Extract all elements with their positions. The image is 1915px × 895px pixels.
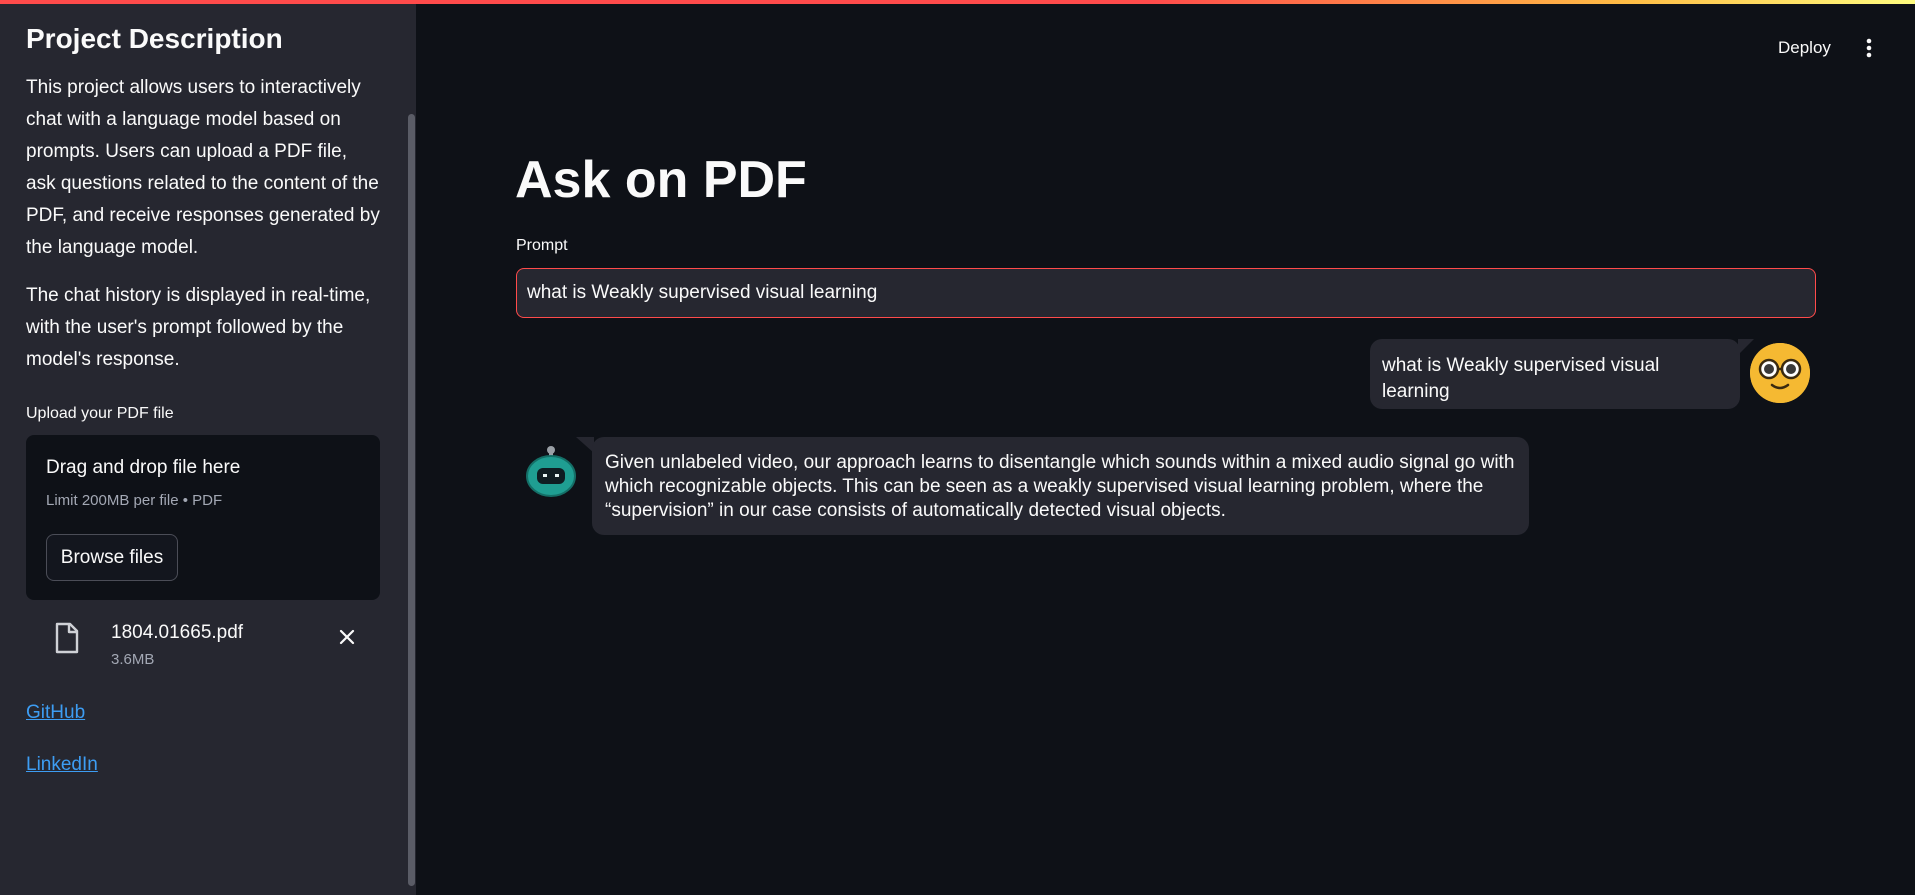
deploy-button[interactable]: Deploy: [1770, 33, 1839, 63]
uploaded-file-name: 1804.01665.pdf: [111, 622, 244, 643]
uploaded-file-row: 1804.01665.pdf 3.6MB: [26, 618, 380, 680]
sidebar-description-2: The chat history is displayed in real-ti…: [26, 285, 371, 370]
file-dropzone[interactable]: Drag and drop file here Limit 200MB per …: [26, 435, 380, 600]
file-icon: [54, 622, 80, 654]
nerd-face-avatar: [1750, 343, 1810, 403]
uploaded-file-size: 3.6MB: [111, 651, 155, 668]
github-link[interactable]: GitHub: [26, 700, 380, 726]
close-icon[interactable]: [332, 622, 362, 652]
linkedin-link[interactable]: LinkedIn: [26, 752, 380, 778]
robot-avatar: [524, 444, 578, 498]
prompt-label: Prompt: [516, 237, 568, 254]
top-decoration-bar: [0, 0, 1915, 4]
assistant-message: Given unlabeled video, our approach lear…: [592, 437, 1529, 535]
user-message: what is Weakly supervised visual learnin…: [1370, 339, 1740, 409]
sidebar-title: Project Description: [26, 23, 283, 54]
sidebar-content: Project Description This project allows …: [26, 20, 380, 778]
more-vertical-icon[interactable]: [1858, 33, 1880, 63]
sidebar-description-1: This project allows users to interactive…: [26, 77, 380, 258]
upload-label: Upload your PDF file: [26, 405, 174, 422]
page-title: Ask on PDF: [515, 151, 807, 209]
sidebar-scrollbar[interactable]: [408, 114, 415, 886]
sidebar: Project Description This project allows …: [0, 0, 416, 895]
dropzone-title: Drag and drop file here: [46, 457, 241, 478]
browse-files-button[interactable]: Browse files: [46, 534, 178, 581]
prompt-input[interactable]: [516, 268, 1816, 318]
dropzone-limit: Limit 200MB per file • PDF: [46, 492, 223, 509]
